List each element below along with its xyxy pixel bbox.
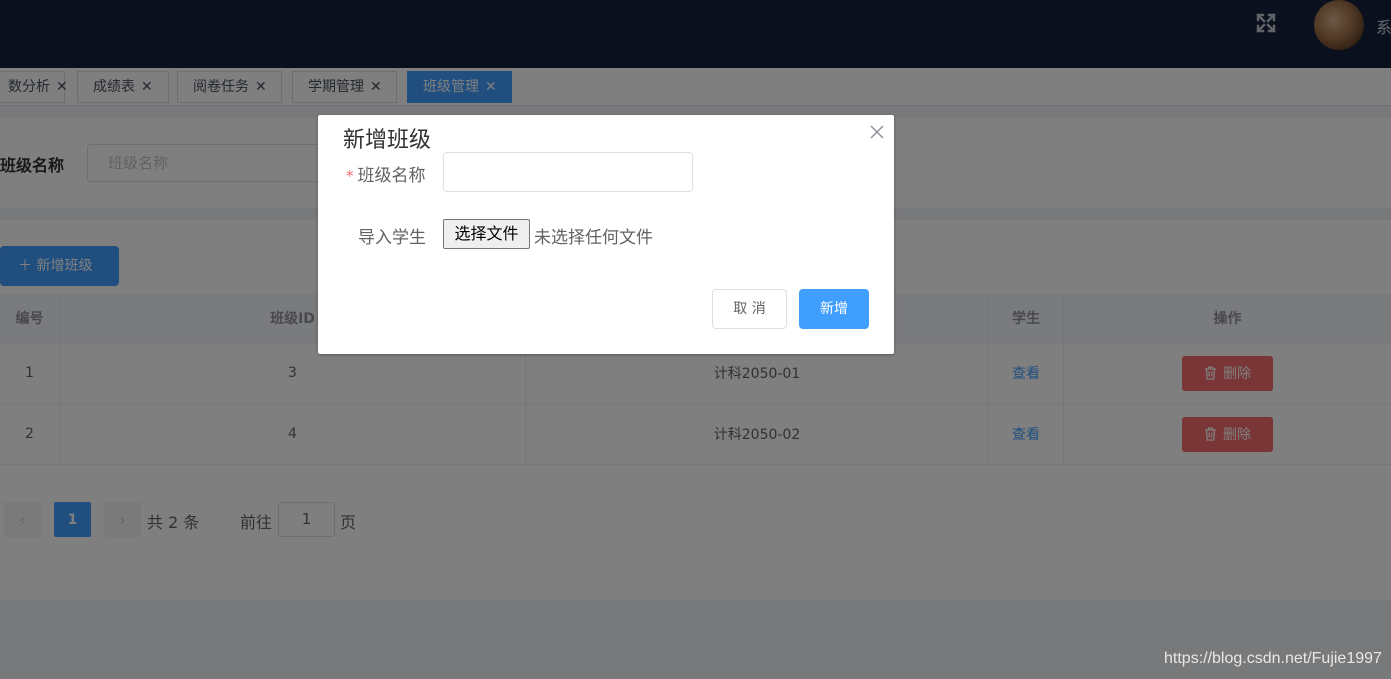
close-icon[interactable] (869, 124, 885, 140)
class-name-label-text: 班级名称 (357, 166, 426, 186)
add-class-dialog: 新增班级 * 班级名称 导入学生 选择文件 未选择任何文件 取 消 新增 (318, 115, 894, 354)
watermark: https://blog.csdn.net/Fujie1997 (1164, 650, 1382, 667)
class-name-input[interactable] (443, 152, 693, 192)
class-name-label: * 班级名称 (346, 161, 426, 186)
required-mark: * (346, 167, 354, 185)
choose-file-button[interactable]: 选择文件 (443, 219, 530, 249)
file-status-text: 未选择任何文件 (534, 228, 653, 248)
confirm-add-button[interactable]: 新增 (799, 289, 869, 329)
import-students-label: 导入学生 (358, 228, 426, 248)
dialog-title: 新增班级 (343, 128, 432, 153)
cancel-button[interactable]: 取 消 (712, 289, 787, 329)
